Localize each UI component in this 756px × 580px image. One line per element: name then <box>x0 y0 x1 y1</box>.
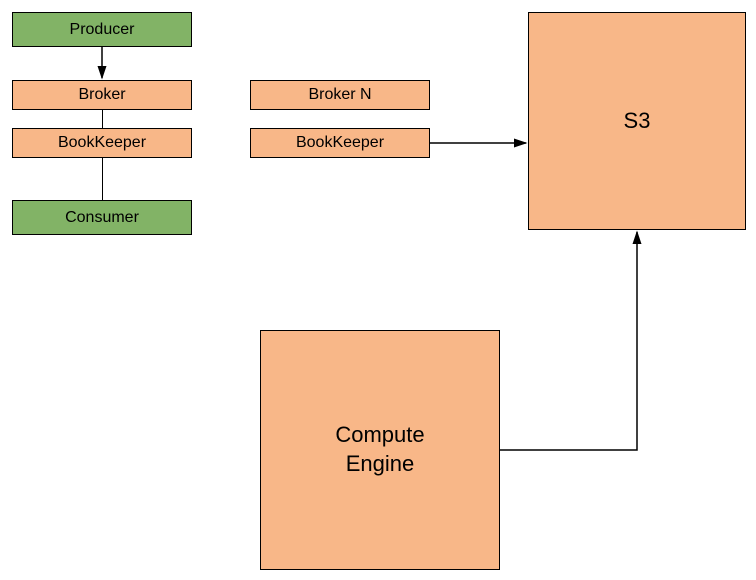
producer-box: Producer <box>12 12 192 47</box>
bookkeeper2-box: BookKeeper <box>250 128 430 158</box>
bookkeeper2-label: BookKeeper <box>296 134 384 152</box>
consumer-box: Consumer <box>12 200 192 235</box>
s3-box: S3 <box>528 12 746 230</box>
broker-n-label: Broker N <box>308 86 371 104</box>
broker-box: Broker <box>12 80 192 110</box>
compute-engine-label: Compute Engine <box>335 421 424 478</box>
arrow-compute-s3 <box>500 232 637 450</box>
connector-broker-bookkeeper <box>102 110 103 128</box>
producer-label: Producer <box>70 21 135 39</box>
consumer-label: Consumer <box>65 209 139 227</box>
connector-bookkeeper-consumer <box>102 158 103 200</box>
broker-label: Broker <box>78 86 125 104</box>
bookkeeper1-box: BookKeeper <box>12 128 192 158</box>
s3-label: S3 <box>624 108 651 134</box>
compute-engine-box: Compute Engine <box>260 330 500 570</box>
broker-n-box: Broker N <box>250 80 430 110</box>
bookkeeper1-label: BookKeeper <box>58 134 146 152</box>
